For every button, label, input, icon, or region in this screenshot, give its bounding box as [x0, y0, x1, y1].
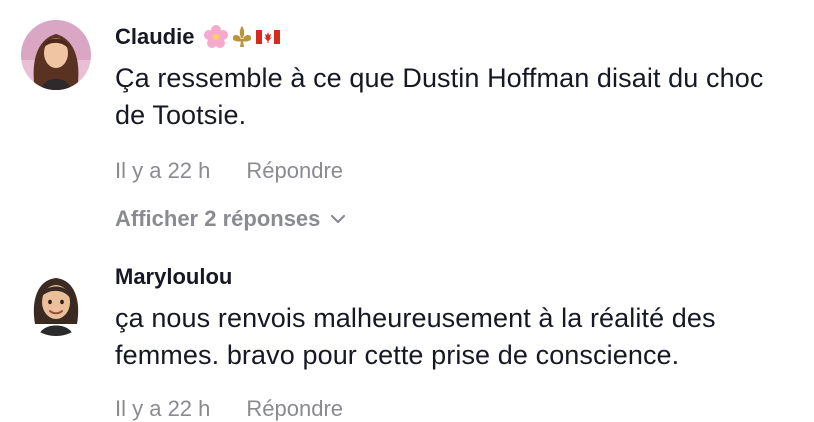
username-label: Maryloulou	[115, 264, 233, 289]
memoji-avatar-icon	[21, 266, 91, 336]
comment-meta: Il y a 22 h Répondre	[115, 158, 784, 184]
fleur-de-lis-icon	[233, 26, 252, 47]
canada-flag-icon	[256, 30, 281, 44]
comment-username[interactable]: Claudie	[115, 22, 784, 52]
cherry-blossom-icon	[204, 25, 229, 48]
comment-timestamp: Il y a 22 h	[115, 158, 211, 183]
comment-text: Ça ressemble à ce que Dustin Hoffman dis…	[115, 63, 764, 130]
username-emoji-group	[204, 25, 281, 49]
comment-timestamp: Il y a 22 h	[115, 396, 211, 421]
comment-meta: Il y a 22 h Répondre	[115, 396, 784, 422]
username-label: Claudie	[115, 24, 195, 49]
chevron-down-icon	[331, 214, 346, 224]
view-replies-button[interactable]: Afficher 2 réponses	[115, 206, 784, 232]
comment-username[interactable]: Maryloulou	[115, 262, 784, 292]
reply-button[interactable]: Répondre	[246, 396, 343, 422]
avatar[interactable]	[21, 266, 91, 336]
comment-text: ça nous renvois malheureusement à la réa…	[115, 303, 716, 370]
avatar[interactable]	[21, 20, 91, 90]
user-photo-icon	[21, 20, 91, 90]
reply-button[interactable]: Répondre	[246, 158, 343, 184]
view-replies-label: Afficher 2 réponses	[115, 206, 321, 231]
